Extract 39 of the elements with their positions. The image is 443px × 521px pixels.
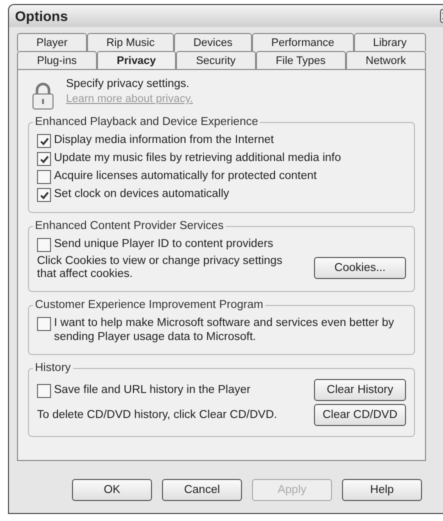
checkbox-option[interactable]: Save file and URL history in the Player — [37, 382, 250, 398]
action-button[interactable]: Clear CD/DVD — [314, 404, 406, 426]
window-title: Options — [15, 8, 68, 24]
checkbox[interactable] — [37, 188, 51, 202]
tab[interactable]: Security — [176, 51, 256, 69]
checkbox[interactable] — [37, 152, 51, 166]
checkbox[interactable] — [37, 134, 51, 148]
checkbox-option[interactable]: I want to help make Microsoft software and services even better by sending Player usage data to Microsoft. — [37, 316, 406, 344]
group-title: Enhanced Content Provider Services — [34, 220, 225, 232]
checkbox-option[interactable]: Update my music files by retrieving additional media info — [37, 151, 341, 166]
checkbox[interactable] — [37, 238, 51, 252]
group-title: Customer Experience Improvement Program — [34, 299, 264, 311]
dialog-button[interactable]: OK — [72, 479, 152, 501]
tab[interactable]: Performance — [252, 33, 354, 51]
action-button[interactable]: Cookies... — [314, 257, 406, 279]
dialog-button[interactable]: Cancel — [162, 479, 242, 501]
group-title: History — [34, 362, 72, 374]
tab[interactable]: Rip Music — [86, 33, 174, 51]
group-title: Enhanced Playback and Device Experience — [34, 116, 260, 128]
tab[interactable]: Plug-ins — [17, 51, 97, 69]
tab[interactable]: Privacy — [96, 51, 176, 69]
description-text: Click Cookies to view or change privacy settings that affect cookies. — [37, 255, 284, 281]
dialog-button[interactable]: Help — [342, 479, 422, 501]
checkbox[interactable] — [37, 170, 51, 184]
checkbox[interactable] — [37, 317, 51, 331]
checkbox-option[interactable]: Send unique Player ID to content providers — [37, 237, 274, 252]
tab[interactable]: Network — [346, 51, 426, 69]
header-text: Specify privacy settings. — [66, 78, 190, 90]
description-text: To delete CD/DVD history, click Clear CD/DVD. — [37, 408, 278, 422]
tab[interactable]: File Types — [256, 51, 346, 69]
tab[interactable]: Devices — [174, 33, 252, 51]
checkbox-option[interactable]: Display media information from the Internet — [37, 133, 274, 148]
checkbox[interactable] — [37, 384, 51, 398]
checkbox-option[interactable]: Set clock on devices automatically — [37, 187, 230, 202]
tab[interactable]: Player — [17, 33, 87, 51]
clear-history-button[interactable]: Clear History — [314, 379, 406, 401]
checkbox-option[interactable]: Acquire licenses automatically for protected content — [37, 169, 317, 184]
tab[interactable]: Library — [354, 33, 426, 51]
padlock-icon — [32, 82, 54, 110]
